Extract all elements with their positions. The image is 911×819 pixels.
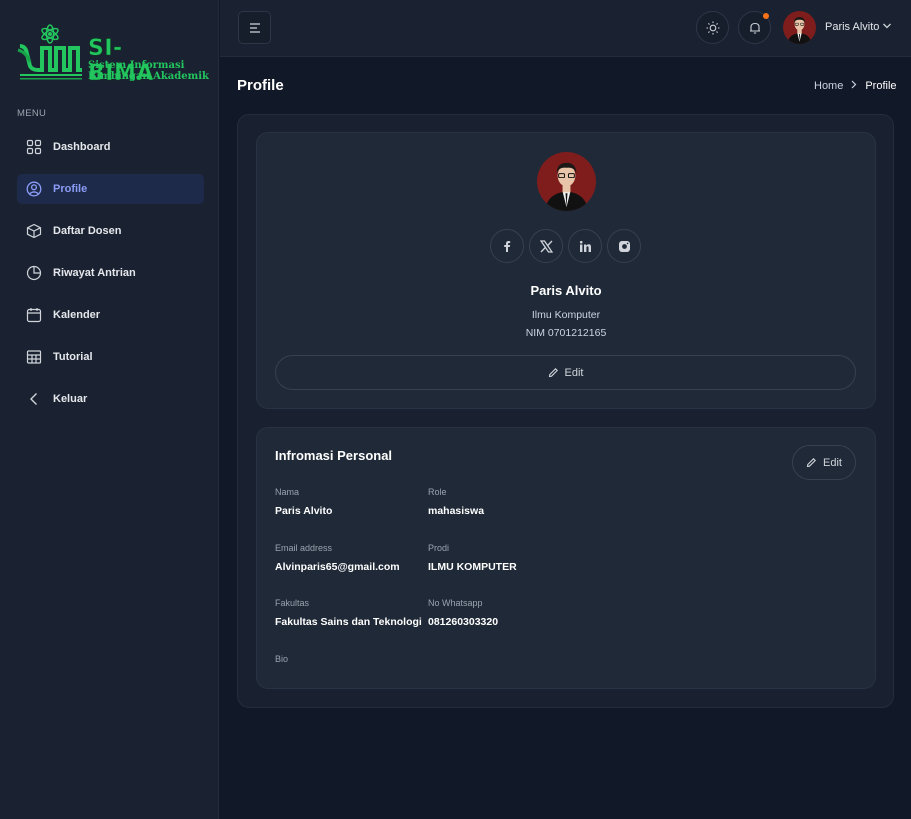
page-title: Profile [237,77,284,94]
uin-logo-icon [17,24,82,80]
sidebar-item-label: Kalender [53,309,101,321]
pencil-icon [806,458,816,468]
pencil-icon [548,368,558,378]
chevron-right-icon [851,80,857,92]
sidebar: SI-BIMA Sistem Informasi Bimbingan Akade… [0,0,219,819]
sidebar-item-dashboard[interactable]: Dashboard [17,132,204,162]
x-icon [539,239,553,253]
edit-info-button[interactable]: Edit [792,445,856,480]
profile-program: Ilmu Komputer [531,309,601,321]
edit-label: Edit [564,366,584,379]
sidebar-item-label: Profile [53,183,88,195]
sidebar-item-label: Tutorial [53,351,93,363]
instagram-icon [618,240,630,252]
sun-icon [706,21,719,34]
calendar-icon [26,308,42,323]
notification-dot [763,13,769,19]
app-logo[interactable]: SI-BIMA Sistem Informasi Bimbingan Akade… [16,22,209,86]
field-label-role: Role [428,487,447,497]
theme-toggle-button[interactable] [696,11,729,44]
logo-subtitle-1: Sistem Informasi [88,60,185,71]
cube-icon [26,223,42,239]
header-user-name[interactable]: Paris Alvito [825,21,879,33]
table-icon [26,350,42,364]
x-button[interactable] [529,229,563,263]
breadcrumb-current: Profile [865,80,897,92]
sidebar-item-label: Riwayat Antrian [53,267,136,279]
field-value-fakultas: Fakultas Sains dan Teknologi [275,616,422,628]
sidebar-item-kalender[interactable]: Kalender [17,300,204,330]
section-title: Infromasi Personal [275,448,393,463]
menu-toggle-button[interactable] [238,11,271,44]
sidebar-item-keluar[interactable]: Keluar [17,384,204,414]
facebook-button[interactable] [490,229,524,263]
avatar-photo-icon [537,152,596,211]
profile-name: Paris Alvito [530,283,602,298]
instagram-button[interactable] [607,229,641,263]
logo-subtitle-2: Bimbingan Akademik [88,71,209,82]
menu-heading: MENU [17,108,47,119]
grid-icon [26,139,42,155]
sidebar-item-profile[interactable]: Profile [17,174,204,204]
linkedin-icon [579,240,591,252]
notification-button[interactable] [738,11,771,44]
field-value-role: mahasiswa [428,505,485,517]
field-label-email: Email address [275,543,333,553]
profile-avatar [537,152,596,211]
field-label-fakultas: Fakultas [275,598,310,608]
facebook-icon [504,241,511,252]
breadcrumb-home[interactable]: Home [814,80,843,92]
field-label-prodi: Prodi [428,543,450,553]
sidebar-item-riwayat-antrian[interactable]: Riwayat Antrian [17,258,204,288]
pie-chart-icon [26,265,42,281]
profile-nim: NIM 0701212165 [525,327,607,339]
user-avatar[interactable] [783,11,816,44]
avatar-photo-icon [783,11,816,44]
field-label-whatsapp: No Whatsapp [428,598,483,608]
edit-label: Edit [823,456,842,469]
chevron-down-icon[interactable] [882,22,892,30]
top-header: Paris Alvito [220,0,911,57]
bell-icon [749,22,760,34]
field-value-nama: Paris Alvito [275,505,333,517]
field-value-email: Alvinparis65@gmail.com [275,561,400,573]
personal-info-card [256,427,876,689]
field-value-whatsapp: 081260303320 [428,616,499,628]
chevron-left-icon [30,393,37,405]
menu-icon [249,22,260,33]
sidebar-item-label: Dashboard [53,141,111,153]
sidebar-item-label: Daftar Dosen [53,225,122,237]
field-value-prodi: ILMU KOMPUTER [428,561,517,573]
sidebar-item-label: Keluar [53,393,88,405]
linkedin-button[interactable] [568,229,602,263]
field-label-nama: Nama [275,487,300,497]
edit-profile-button[interactable]: Edit [275,355,856,390]
field-label-bio: Bio [275,654,289,664]
breadcrumb: Home Profile [814,80,897,92]
user-circle-icon [26,181,42,197]
sidebar-item-tutorial[interactable]: Tutorial [17,342,204,372]
sidebar-item-daftar-dosen[interactable]: Daftar Dosen [17,216,204,246]
